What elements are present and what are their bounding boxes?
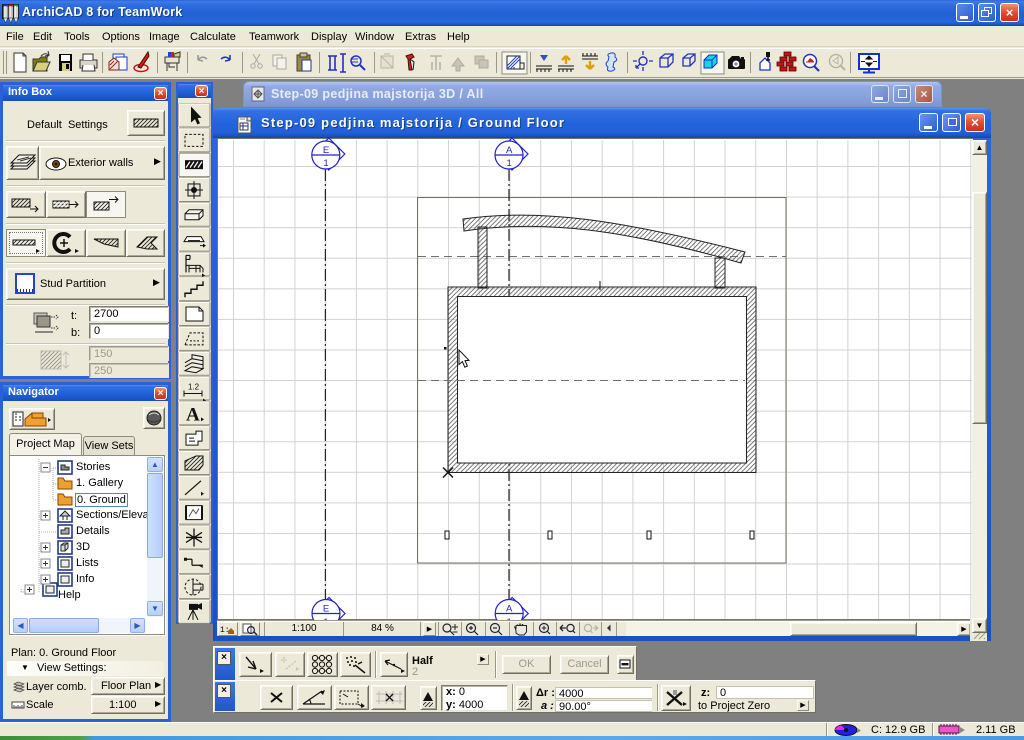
svg-text:E: E bbox=[323, 604, 329, 615]
svg-text:A: A bbox=[506, 604, 513, 615]
svg-text:E: E bbox=[323, 145, 329, 156]
svg-text:1.2: 1.2 bbox=[188, 383, 200, 392]
svg-text:1: 1 bbox=[323, 158, 328, 169]
svg-text:A: A bbox=[186, 404, 200, 425]
svg-text:A: A bbox=[506, 145, 513, 156]
svg-text:1: 1 bbox=[507, 158, 512, 169]
